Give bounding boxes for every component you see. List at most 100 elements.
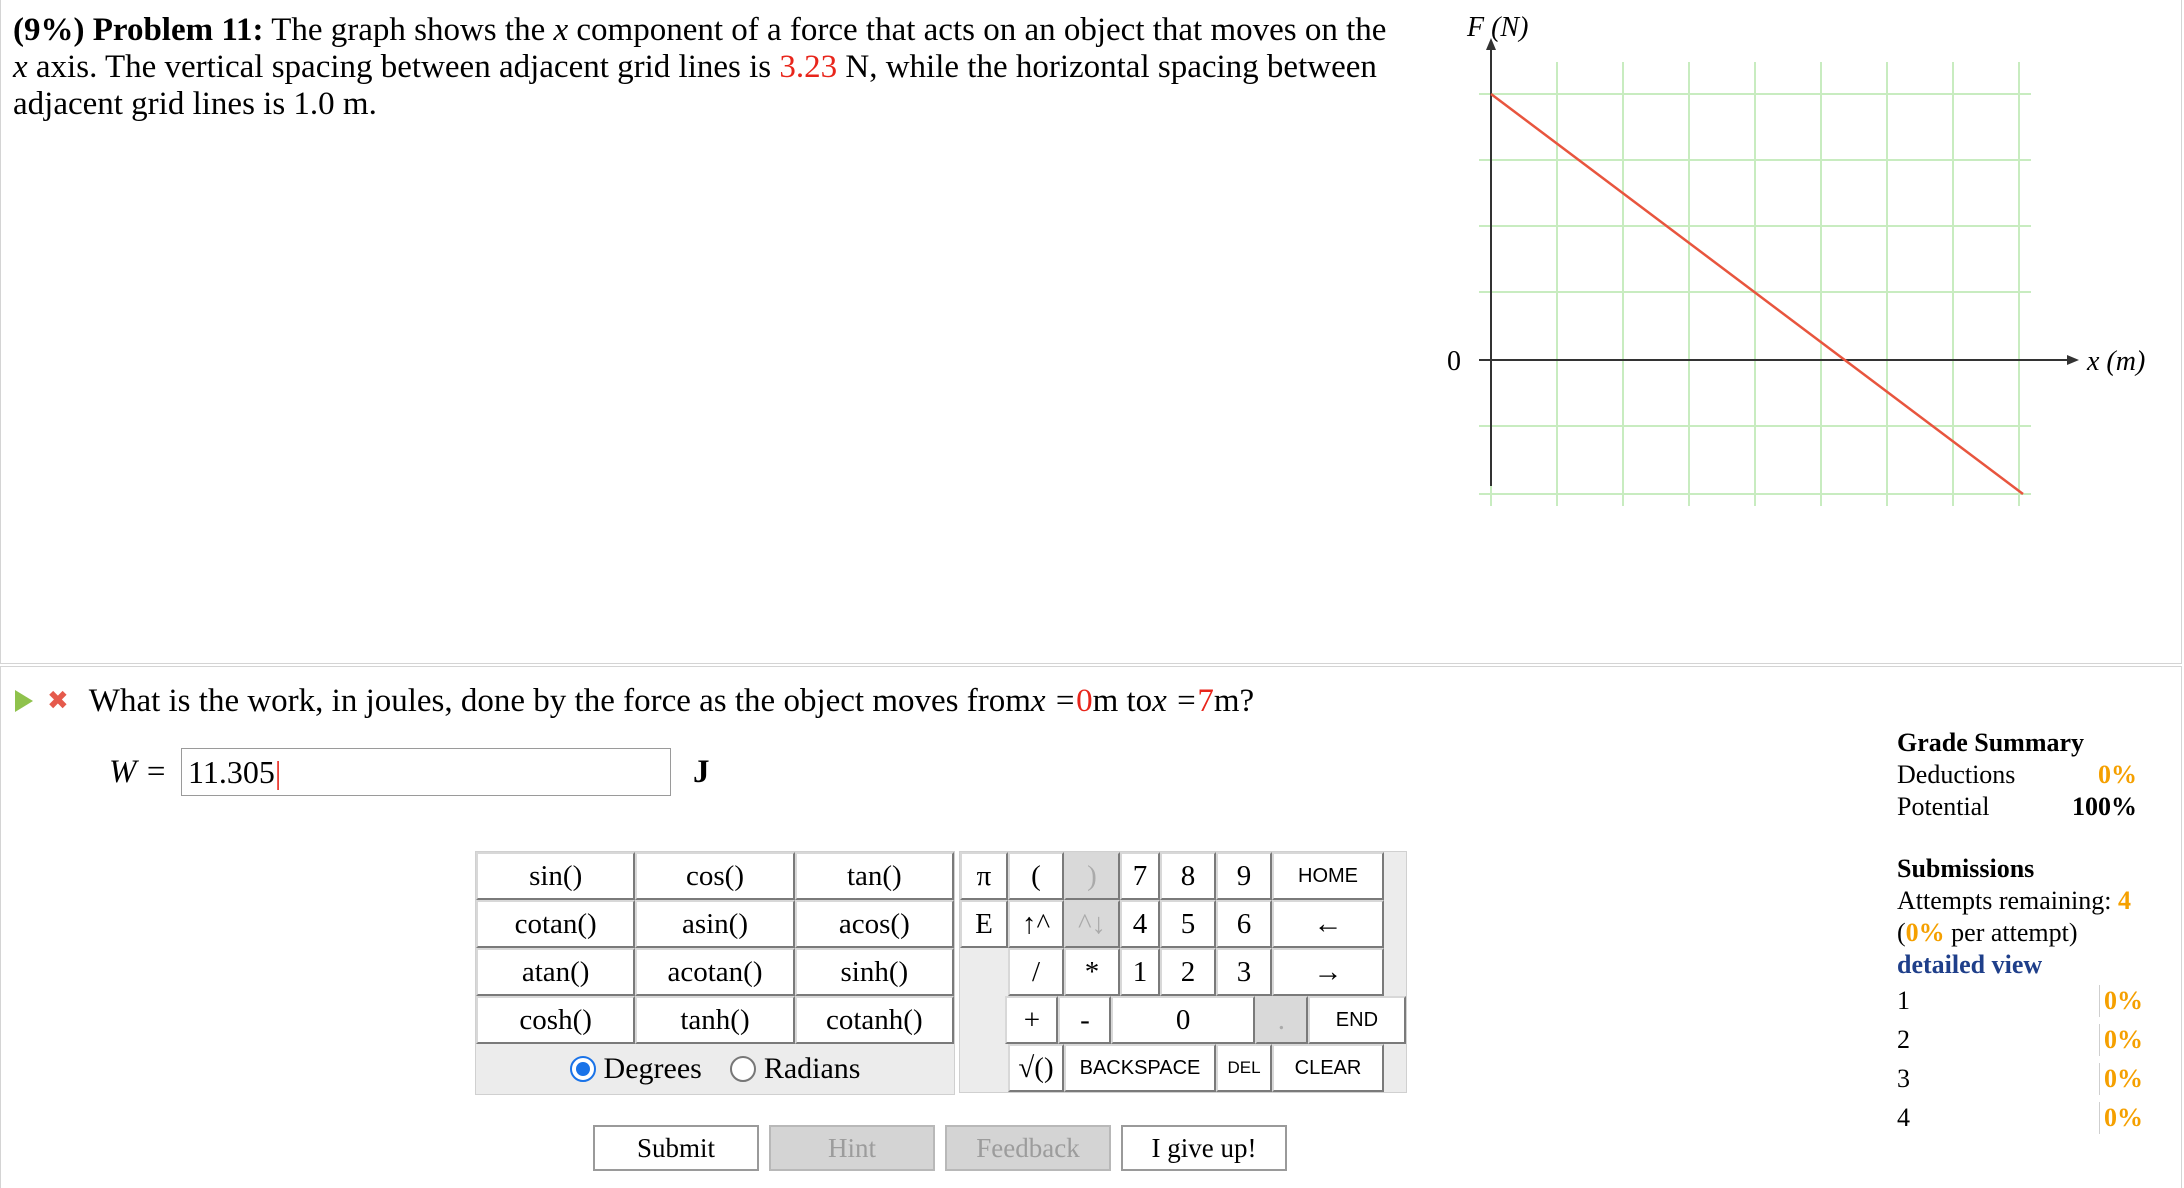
key-minus[interactable]: - <box>1058 996 1112 1044</box>
key-8[interactable]: 8 <box>1160 852 1216 900</box>
action-buttons: Submit Hint Feedback I give up! <box>593 1125 1287 1171</box>
key-blank-2 <box>960 996 1006 1044</box>
submissions-title: Submissions <box>1897 854 2035 883</box>
key-cos[interactable]: cos() <box>635 852 795 900</box>
key-6[interactable]: 6 <box>1216 900 1272 948</box>
radians-radio[interactable] <box>729 1056 756 1082</box>
key-lparen[interactable]: ( <box>1008 852 1064 900</box>
question-x-start: 0 <box>1076 682 1093 719</box>
problem-label: Problem 11: <box>92 12 264 48</box>
question-x-eq-2: x = <box>1152 682 1198 719</box>
problem-text-4: N, while the horizontal spacing between <box>837 49 1377 85</box>
key-0[interactable]: 0 <box>1111 996 1255 1044</box>
attempts-label: Attempts remaining: <box>1897 886 2118 915</box>
question-panel: ✖ What is the work, in joules, done by t… <box>0 666 2182 1188</box>
key-dot: . <box>1254 996 1308 1044</box>
function-keypad: sin() cos() tan() cotan() asin() acos() atan… <box>475 851 955 1095</box>
submission-number: 4 <box>1897 1102 1910 1132</box>
answer-unit: J <box>693 753 710 790</box>
spacing-value: 3.23 <box>779 49 838 85</box>
key-2[interactable]: 2 <box>1160 948 1216 996</box>
question-line: ✖ What is the work, in joules, done by t… <box>15 681 1254 721</box>
incorrect-x-icon: ✖ <box>47 686 69 716</box>
submission-number: 3 <box>1897 1063 1910 1093</box>
key-star[interactable]: * <box>1064 948 1120 996</box>
y-axis-label: F (N) <box>1466 12 1528 43</box>
key-acos[interactable]: acos() <box>794 900 954 948</box>
key-down: ^↓ <box>1064 900 1120 948</box>
question-x-eq: x = <box>1030 682 1077 719</box>
key-e[interactable]: E <box>960 900 1008 948</box>
give-up-button[interactable]: I give up! <box>1121 1125 1287 1171</box>
submission-number: 1 <box>1897 985 1910 1015</box>
key-right[interactable]: → <box>1272 948 1384 996</box>
key-4[interactable]: 4 <box>1120 900 1160 948</box>
answer-row: W = 11.305| J <box>109 747 710 797</box>
key-sqrt[interactable]: √() <box>1008 1044 1064 1092</box>
key-asin[interactable]: asin() <box>635 900 795 948</box>
degrees-radio[interactable] <box>569 1056 596 1082</box>
key-cotanh[interactable]: cotanh() <box>794 996 954 1044</box>
key-clear[interactable]: CLEAR <box>1272 1044 1384 1092</box>
submission-value: 0% <box>2099 1101 2145 1134</box>
key-del[interactable]: DEL <box>1216 1044 1272 1092</box>
detailed-view-link[interactable]: detailed view <box>1897 949 2145 981</box>
problem-text-5: adjacent grid lines is 1.0 m. <box>13 86 377 122</box>
hint-button: Hint <box>769 1125 935 1171</box>
per-attempt-value: 0% <box>1905 918 1945 947</box>
feedback-button: Feedback <box>945 1125 1111 1171</box>
answer-input[interactable]: 11.305| <box>181 748 672 796</box>
potential-value: 100% <box>2072 792 2137 821</box>
answer-value: 11.305 <box>188 754 275 790</box>
play-icon[interactable] <box>15 690 33 712</box>
var-x-2: x <box>13 49 28 85</box>
key-tan[interactable]: tan() <box>794 852 954 900</box>
degrees-label: Degrees <box>603 1052 702 1085</box>
problem-text-3: axis. The vertical spacing between adjac… <box>27 49 780 85</box>
per-attempt-line: (0% per attempt) <box>1897 917 2145 949</box>
key-5[interactable]: 5 <box>1160 900 1216 948</box>
problem-panel: (9%) Problem 11: The graph shows the x c… <box>0 0 2182 664</box>
question-x-end: 7 <box>1197 682 1214 719</box>
key-acotan[interactable]: acotan() <box>635 948 795 996</box>
submission-value: 0% <box>2099 1062 2145 1095</box>
problem-text-1: The graph shows the <box>271 12 554 48</box>
key-sin[interactable]: sin() <box>476 852 636 900</box>
key-9[interactable]: 9 <box>1216 852 1272 900</box>
key-up[interactable]: ↑^ <box>1008 900 1064 948</box>
key-1[interactable]: 1 <box>1120 948 1160 996</box>
key-left[interactable]: ← <box>1272 900 1384 948</box>
key-plus[interactable]: + <box>1005 996 1059 1044</box>
key-3[interactable]: 3 <box>1216 948 1272 996</box>
x-axis-label: x (m) <box>2086 346 2145 377</box>
key-7[interactable]: 7 <box>1120 852 1160 900</box>
var-x: x <box>553 12 569 48</box>
submissions: Submissions Attempts remaining: 4 (0% pe… <box>1897 853 2145 1137</box>
key-tanh[interactable]: tanh() <box>635 996 795 1044</box>
key-backspace[interactable]: BACKSPACE <box>1064 1044 1216 1092</box>
answer-label: W = <box>109 753 168 790</box>
deductions-label: Deductions <box>1897 760 2016 789</box>
problem-text-2: component of a force that acts on an obj… <box>568 12 1387 48</box>
x-axis-arrow <box>2067 355 2079 365</box>
submission-row: 4 0% <box>1897 1098 2145 1137</box>
angle-mode: Degrees Radians <box>476 1044 954 1094</box>
question-post: m? <box>1213 682 1255 719</box>
key-sinh[interactable]: sinh() <box>794 948 954 996</box>
text-caret: | <box>274 754 282 790</box>
key-cosh[interactable]: cosh() <box>476 996 636 1044</box>
key-cotan[interactable]: cotan() <box>476 900 636 948</box>
key-pi[interactable]: π <box>960 852 1008 900</box>
problem-statement: (9%) Problem 11: The graph shows the x c… <box>13 12 1403 123</box>
key-slash[interactable]: / <box>1008 948 1064 996</box>
force-graph: F (N) x (m) 0 <box>1447 12 2145 506</box>
number-keypad: π ( ) 7 8 9 HOME E ↑^ ^↓ 4 5 6 ← / * 1 2… <box>959 851 1407 1093</box>
key-atan[interactable]: atan() <box>476 948 636 996</box>
submit-button[interactable]: Submit <box>593 1125 759 1171</box>
key-home[interactable]: HOME <box>1272 852 1384 900</box>
submission-value: 0% <box>2099 984 2145 1017</box>
key-end[interactable]: END <box>1307 996 1407 1044</box>
key-rparen: ) <box>1064 852 1120 900</box>
problem-weight: (9%) <box>13 12 85 48</box>
key-blank-1 <box>960 948 1008 996</box>
